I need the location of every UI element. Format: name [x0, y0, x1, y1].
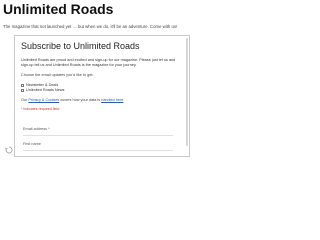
form-intro: Unlimited Roads are proud and excited an… — [21, 58, 176, 67]
name-field[interactable] — [23, 150, 173, 151]
consent-middle: covers how your data is — [59, 98, 102, 102]
name-label: First name — [23, 142, 41, 146]
email-field[interactable] — [23, 135, 173, 136]
required-note: * indicates required field — [21, 107, 60, 111]
newsletter-checkbox[interactable] — [21, 84, 24, 87]
signup-form-frame: Subscribe to Unlimited Roads Unlimited R… — [14, 35, 190, 157]
page-tagline: The magazine that not launched yet … but… — [3, 24, 178, 29]
form-scrollbar[interactable] — [186, 38, 188, 146]
option-news[interactable]: Unlimited Roads News — [21, 88, 183, 93]
page-title: Unlimited Roads — [3, 1, 114, 17]
recaptcha-icon — [5, 146, 13, 154]
form-title: Subscribe to Unlimited Roads — [21, 41, 140, 51]
terms-link[interactable]: handled here — [101, 98, 123, 102]
email-label: Email address * — [23, 127, 50, 131]
news-checkbox[interactable] — [21, 89, 24, 92]
privacy-link[interactable]: Privacy & Cookies — [28, 98, 59, 102]
option-label: Unlimited Roads News — [26, 88, 65, 92]
consent-text: Our Privacy & Cookies covers how your da… — [21, 98, 183, 103]
signup-form: Subscribe to Unlimited Roads Unlimited R… — [21, 40, 183, 112]
recaptcha-icon-glyph — [5, 146, 13, 154]
form-choose-text: Choose the email updates you'd like to g… — [21, 73, 94, 77]
